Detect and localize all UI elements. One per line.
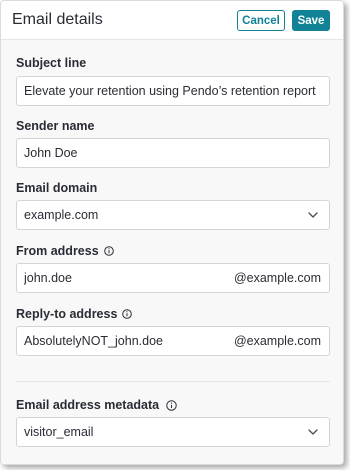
panel-header: Email details Cancel Save: [1, 1, 343, 39]
from-address-domain-suffix: @example.com: [233, 271, 321, 285]
email-domain-label: Email domain: [16, 181, 97, 195]
from-address-input[interactable]: john.doe @example.com: [16, 263, 330, 293]
cancel-button[interactable]: Cancel: [237, 10, 285, 31]
email-address-metadata-label-text: Email address metadata: [16, 398, 160, 412]
reply-to-address-label-text: Reply-to address: [16, 307, 118, 321]
subject-line-label-text: Subject line: [16, 56, 87, 70]
subject-line-value: Elevate your retention using Pendo’s ret…: [24, 84, 316, 98]
email-address-metadata-label: Email address metadata: [16, 398, 177, 412]
chevron-down-icon: [308, 212, 318, 218]
reply-to-address-label: Reply-to address: [16, 307, 133, 321]
email-details-panel: Email details Cancel Save Subject line E…: [0, 0, 344, 465]
email-domain-label-text: Email domain: [16, 181, 98, 195]
reply-to-address-input[interactable]: AbsolutelyNOT_john.doe @example.com: [16, 326, 330, 356]
email-domain-value: example.com: [24, 208, 99, 222]
info-icon[interactable]: [103, 246, 114, 256]
section-divider: [16, 381, 330, 382]
from-address-label: From address: [16, 244, 114, 258]
sender-name-value: John Doe: [24, 146, 78, 160]
info-icon[interactable]: [122, 309, 133, 319]
info-icon[interactable]: [166, 399, 177, 411]
from-address-label-text: From address: [16, 244, 99, 258]
page-title: Email details: [12, 11, 103, 28]
subject-line-input[interactable]: Elevate your retention using Pendo’s ret…: [16, 76, 330, 106]
form-body: Subject line Elevate your retention usin…: [1, 39, 343, 464]
from-address-value: john.doe: [24, 271, 72, 285]
sender-name-input[interactable]: John Doe: [16, 138, 330, 168]
chevron-down-icon: [308, 429, 318, 435]
email-address-metadata-value: visitor_email: [24, 425, 94, 439]
sender-name-label-text: Sender name: [16, 119, 95, 133]
reply-to-address-domain-suffix: @example.com: [233, 334, 321, 348]
subject-line-label: Subject line: [16, 56, 86, 70]
email-address-metadata-select[interactable]: visitor_email: [16, 417, 330, 447]
email-domain-select[interactable]: example.com: [16, 200, 330, 230]
reply-to-address-value: AbsolutelyNOT_john.doe: [24, 334, 163, 348]
sender-name-label: Sender name: [16, 119, 95, 133]
save-button[interactable]: Save: [292, 10, 330, 31]
